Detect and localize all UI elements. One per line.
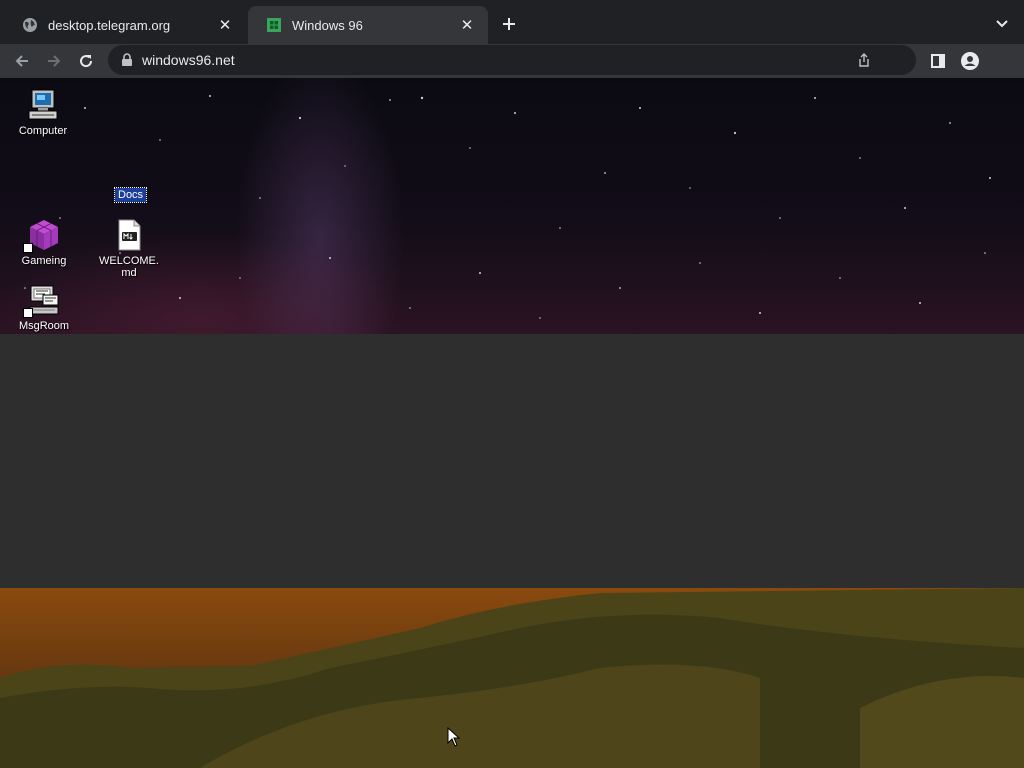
desktop-icon-computer[interactable]: Computer [11,88,75,137]
desktop-icon-label: Gameing [21,255,67,267]
desktop-icon-label: MsgRoom [18,320,70,332]
windows96-favicon [267,18,281,32]
desktop-icon-image [23,283,61,318]
reload-icon [80,55,93,68]
desktop-unrendered-area [0,334,1024,588]
desktop-wallpaper-ground [0,588,1024,768]
plus-icon [503,18,515,30]
shortcut-arrow-icon [23,308,33,318]
side-panel-button[interactable] [926,49,950,73]
hills-decoration [0,588,1024,768]
mouse-cursor-icon [447,727,461,747]
profile-icon [961,52,979,70]
desktop-icon-welcome-md[interactable]: WELCOME.md [97,218,161,279]
share-icon[interactable] [856,52,872,68]
desktop-icon-gameing[interactable]: Gameing [12,218,76,267]
forward-button[interactable] [42,49,66,73]
desktop-icon-label: WELCOME.md [99,255,159,279]
close-icon[interactable]: ✕ [458,16,476,34]
tab-title: desktop.telegram.org [48,17,171,33]
back-button[interactable] [10,49,34,73]
tab-strip: desktop.telegram.org ✕ Windows 96 ✕ [0,0,1024,44]
address-text: windows96.net [142,52,235,68]
desktop-icon-msgroom[interactable]: MsgRoom [12,283,76,332]
chevron-down-icon [996,20,1008,28]
tab-windows96[interactable]: Windows 96 ✕ [248,6,488,44]
globe-icon [23,18,37,32]
arrow-right-icon [48,55,61,67]
address-bar[interactable]: windows96.net [108,45,916,75]
close-icon[interactable]: ✕ [216,16,234,34]
docs-folder-label[interactable]: Docs [113,187,148,203]
stars-decoration [24,95,991,319]
computer-icon [28,89,58,120]
markdown-file-icon [118,219,141,251]
page-viewport: Computer Docs Gameing WELCOME.md MsgRoom [0,78,1024,768]
arrow-left-icon [15,55,28,67]
tab-telegram[interactable]: desktop.telegram.org ✕ [4,6,246,44]
reload-button[interactable] [74,49,98,73]
tab-title: Windows 96 [292,17,363,33]
profile-button[interactable] [958,49,982,73]
tab-search-button[interactable] [992,14,1012,34]
new-tab-button[interactable] [498,13,520,35]
desktop-icon-image [23,218,61,253]
browser-toolbar: windows96.net [0,44,1024,78]
desktop-wallpaper-sky [0,78,1024,334]
side-panel-icon [931,54,945,68]
shortcut-arrow-icon [23,243,33,253]
desktop-icon-label: Computer [18,125,68,137]
lock-icon [122,53,132,66]
